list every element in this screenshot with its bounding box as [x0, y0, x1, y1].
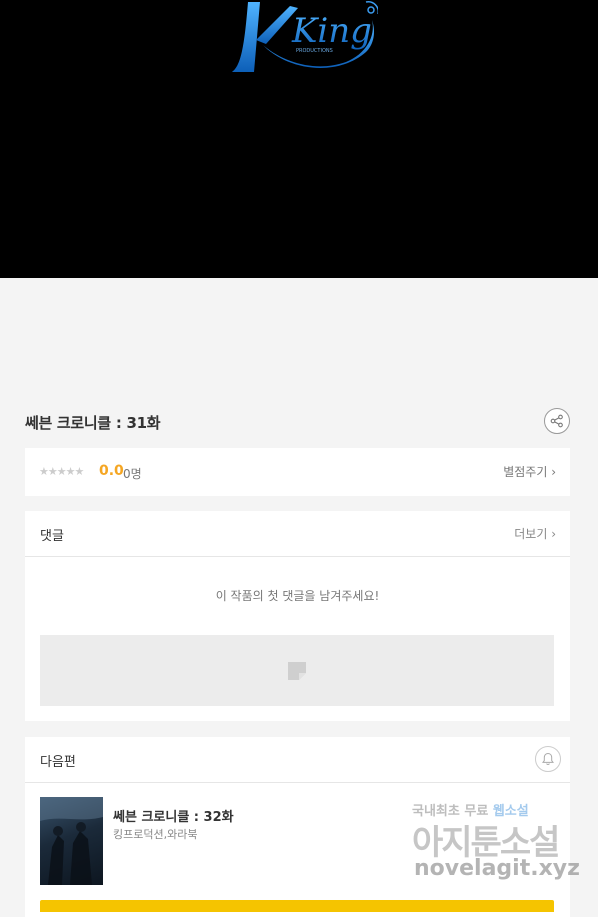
next-episode-section-title: 다음편 [40, 755, 76, 770]
episode-banner-image: King PRODUCTIONS [0, 0, 598, 278]
king-logo: King PRODUCTIONS [232, 0, 378, 72]
next-episode-card: 다음편 쎄븐 크로니클 : 32화 킹프로덕션,와라북 [25, 737, 570, 917]
comments-empty-message: 이 작품의 첫 댓글을 남겨주세요! [215, 589, 380, 603]
read-next-button[interactable] [40, 900, 554, 912]
comments-title: 댓글 [40, 529, 64, 544]
rate-button[interactable]: 별점주기 › [503, 463, 556, 480]
comment-input-box[interactable] [40, 635, 554, 706]
comments-card: 댓글 더보기 › 이 작품의 첫 댓글을 남겨주세요! [25, 511, 570, 721]
rating-score: 0.0 [99, 463, 124, 479]
rating-stars: ★★★★★ [39, 465, 84, 478]
bell-icon [542, 752, 554, 766]
comments-header: 댓글 더보기 › [25, 511, 570, 557]
episode-title: 쎄븐 크로니클 : 31화 [25, 414, 161, 432]
next-episode-thumbnail[interactable] [40, 797, 103, 885]
share-icon [550, 414, 563, 428]
comments-more-link[interactable]: 더보기 › [514, 525, 556, 542]
next-episode-title[interactable]: 쎄븐 크로니클 : 32화 [113, 806, 234, 825]
rating-count: 0명 [123, 467, 142, 481]
next-episode-header: 다음편 [25, 737, 570, 783]
notification-button[interactable] [535, 746, 561, 772]
episode-header: 쎄븐 크로니클 : 31화 [25, 408, 570, 436]
logo-subtext: PRODUCTIONS [296, 48, 333, 54]
next-episode-publisher: 킹프로덕션,와라북 [113, 828, 198, 841]
rating-card: ★★★★★ 0.0 0명 별점주기 › [25, 448, 570, 496]
note-icon [288, 661, 306, 680]
logo-text: King [291, 11, 372, 51]
share-button[interactable] [544, 408, 570, 434]
